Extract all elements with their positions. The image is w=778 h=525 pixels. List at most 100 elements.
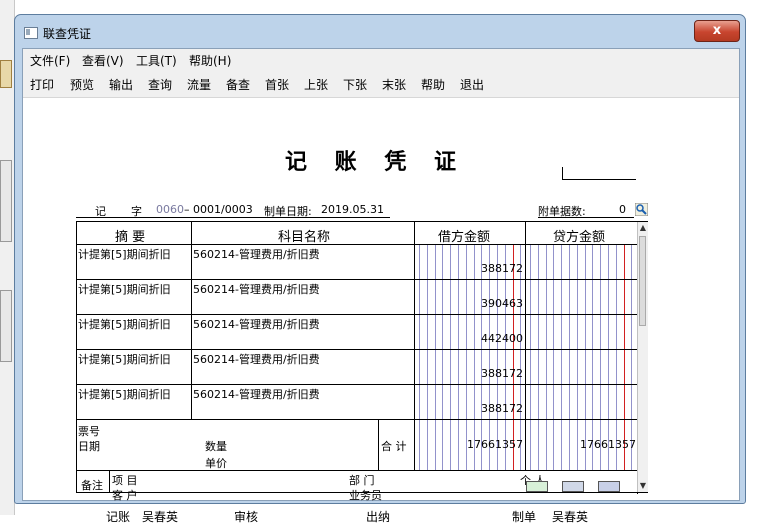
background-app-strip [0, 0, 15, 515]
review-label: 审核 [234, 510, 259, 524]
prev-button[interactable]: 上张 [304, 76, 328, 93]
col-divider [414, 222, 415, 470]
background-panel [0, 160, 12, 242]
cashflow-button[interactable]: 流量 [187, 76, 211, 93]
row-1-account[interactable]: 560214-管理费用/折旧费 [193, 246, 320, 262]
row-1-summary[interactable]: 计提第[5]期间折旧 [78, 246, 171, 262]
row-4-summary[interactable]: 计提第[5]期间折旧 [78, 351, 171, 367]
preview-button[interactable]: 预览 [70, 76, 94, 93]
background-app-icon [0, 60, 12, 88]
col-divider [525, 222, 526, 470]
query-button[interactable]: 查询 [148, 76, 172, 93]
attachment-count[interactable]: 0 [619, 203, 626, 216]
digit-column-line [450, 244, 452, 470]
digit-column-line [497, 244, 498, 470]
row-divider [77, 314, 637, 315]
total-label: 合 计 [381, 440, 407, 453]
digit-column-line [465, 244, 467, 470]
digit-column-line [631, 244, 633, 470]
help-button[interactable]: 帮助 [421, 76, 445, 93]
export-button[interactable]: 输出 [109, 76, 133, 93]
digit-column-line [458, 244, 459, 470]
voucher-number[interactable]: 0060 [156, 203, 184, 216]
bookkeeper-name: 吴春英 [142, 510, 179, 524]
title-bar[interactable]: 联查凭证 x [15, 15, 745, 49]
header-debit: 借方金额 [438, 230, 491, 245]
row-divider [77, 470, 637, 471]
col-divider [378, 419, 379, 470]
maker-label: 制单 [512, 510, 537, 524]
row-2-summary[interactable]: 计提第[5]期间折旧 [78, 281, 171, 297]
row-divider [77, 384, 637, 385]
close-button[interactable]: x [694, 20, 740, 42]
memo-button[interactable]: 备查 [226, 76, 250, 93]
next-button[interactable]: 下张 [343, 76, 367, 93]
digit-column-line [419, 244, 420, 470]
row-5-debit[interactable]: 388172 [415, 402, 523, 415]
menu-tools[interactable]: 工具(T) [136, 52, 177, 69]
background-panel [0, 290, 12, 362]
menu-bar: 文件(F) 查看(V) 工具(T) 帮助(H) [23, 49, 739, 69]
row-divider [77, 419, 637, 420]
row-5-account[interactable]: 560214-管理费用/折旧费 [193, 386, 320, 402]
row-3-summary[interactable]: 计提第[5]期间折旧 [78, 316, 171, 332]
row-5-summary[interactable]: 计提第[5]期间折旧 [78, 386, 171, 402]
scroll-down-icon[interactable]: ▼ [639, 481, 647, 491]
vertical-scrollbar[interactable]: ▲ ▼ [637, 222, 648, 492]
voucher-date[interactable]: 2019.05.31 [321, 203, 384, 216]
bookkeeper-label: 记账 [106, 510, 131, 524]
last-button[interactable]: 末张 [382, 76, 406, 93]
col-divider [191, 222, 192, 419]
search-icon[interactable] [635, 203, 648, 216]
row-2-debit[interactable]: 390463 [415, 297, 523, 310]
row-4-debit[interactable]: 388172 [415, 367, 523, 380]
card-icon[interactable] [526, 481, 548, 492]
notes-label: 备注 [81, 479, 103, 492]
digit-column-line [608, 244, 609, 470]
digit-column-line [481, 244, 483, 470]
window-title: 联查凭证 [43, 27, 92, 41]
menu-view[interactable]: 查看(V) [82, 52, 124, 69]
menu-file[interactable]: 文件(F) [30, 52, 70, 69]
digit-column-line [600, 244, 602, 470]
scroll-up-icon[interactable]: ▲ [639, 223, 647, 233]
cashier-label: 出纳 [366, 510, 391, 524]
row-3-debit[interactable]: 442400 [415, 332, 523, 345]
digit-column-line [553, 244, 555, 470]
voucher-title: 记 账 凭 证 [285, 149, 466, 175]
clerk-label: 业务员 [349, 489, 382, 502]
menu-help[interactable]: 帮助(H) [189, 52, 231, 69]
total-debit: 17661357 [467, 438, 523, 451]
display-icon[interactable] [562, 481, 584, 492]
price-label: 单价 [205, 457, 227, 470]
row-3-account[interactable]: 560214-管理费用/折旧费 [193, 316, 320, 332]
customer-label: 客 户 [112, 489, 138, 502]
digit-column-line [576, 244, 578, 470]
pattern-icon[interactable] [598, 481, 620, 492]
digit-column-line [569, 244, 570, 470]
row-1-debit[interactable]: 388172 [415, 262, 523, 275]
digit-column-line [426, 244, 428, 470]
row-4-account[interactable]: 560214-管理费用/折旧费 [193, 351, 320, 367]
attachment-underline [538, 217, 634, 218]
digit-column-line [561, 244, 563, 470]
print-button[interactable]: 打印 [30, 76, 54, 93]
title-marker-line [562, 179, 636, 180]
voucher-window: 联查凭证 x 文件(F) 查看(V) 工具(T) 帮助(H) 打印 预览 输出 … [14, 14, 746, 524]
header-credit: 贷方金额 [553, 230, 606, 245]
digit-column-line [584, 244, 586, 470]
row-divider [77, 279, 637, 280]
row-divider [77, 244, 637, 245]
scroll-thumb[interactable] [639, 236, 646, 326]
first-button[interactable]: 首张 [265, 76, 289, 93]
row-2-account[interactable]: 560214-管理费用/折旧费 [193, 281, 320, 297]
digit-column-line [512, 244, 514, 470]
exit-button[interactable]: 退出 [460, 76, 484, 93]
header-account: 科目名称 [278, 230, 331, 245]
digit-column-line [530, 244, 531, 470]
total-credit: 17661357 [580, 438, 636, 451]
row-divider [77, 349, 637, 350]
toolbar: 打印 预览 输出 查询 流量 备查 首张 上张 下张 末张 帮助 退出 [23, 69, 739, 98]
digit-column-line [473, 244, 475, 470]
digit-column-line [520, 244, 522, 470]
